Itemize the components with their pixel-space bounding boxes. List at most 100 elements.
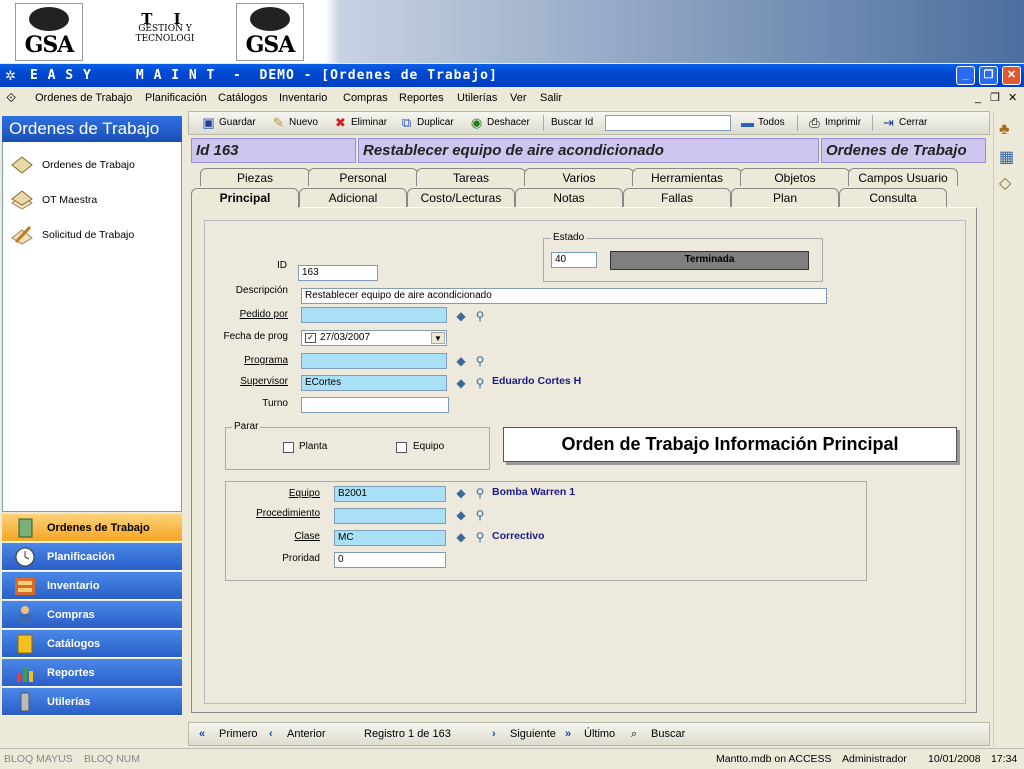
tab-principal[interactable]: Principal [191,188,299,208]
buscar-id-input[interactable] [605,115,731,131]
tab-fallas[interactable]: Fallas [623,188,731,208]
tab-tareas[interactable]: Tareas [416,168,526,186]
tab-adicional[interactable]: Adicional [299,188,407,208]
search-icon[interactable]: ⚲ [473,486,487,500]
eliminar-button[interactable]: ✖ Eliminar [331,112,387,134]
left-item-ordenes[interactable]: Ordenes de Trabajo [8,153,135,177]
eraser-icon[interactable]: ◆ [454,376,468,390]
primero-button[interactable]: Primero [219,723,258,745]
work-order-icon [11,156,33,174]
tab-objetos[interactable]: Objetos [740,168,850,186]
descripcion-input[interactable]: Restablecer equipo de aire acondicionado [301,288,827,304]
mdi-close-icon[interactable]: ✕ [1008,87,1017,109]
nav-catalogos[interactable]: Catálogos [2,630,182,658]
tab-piezas[interactable]: Piezas [200,168,310,186]
menu-utilerias[interactable]: Utilerías [457,87,497,109]
tab-varios[interactable]: Varios [524,168,634,186]
tab-consulta[interactable]: Consulta [839,188,947,208]
eraser-icon[interactable]: ◆ [454,508,468,522]
eraser-icon[interactable]: ◆ [454,530,468,544]
nav-planificacion[interactable]: Planificación [2,543,182,571]
search-icon[interactable]: ⚲ [473,309,487,323]
eraser-icon[interactable]: ◆ [454,486,468,500]
deshacer-button[interactable]: ◉ Deshacer [467,112,530,134]
grid-icon[interactable]: ▦ [999,147,1014,167]
menu-catalogos[interactable]: Catálogos [218,87,268,109]
gsa-logo-left: GSA [15,3,83,61]
chevron-down-icon[interactable]: ▼ [431,332,445,344]
menu-compras[interactable]: Compras [343,87,388,109]
buscar-button[interactable]: Buscar [651,723,685,745]
tab-costo-lecturas[interactable]: Costo/Lecturas [407,188,515,208]
search-icon[interactable]: ⚲ [473,530,487,544]
equipo-checkbox[interactable] [396,442,407,453]
prioridad-input[interactable]: 0 [334,552,446,568]
eraser-icon[interactable]: ◆ [454,309,468,323]
prioridad-label: Proridad [282,553,320,564]
nav-inventario[interactable]: Inventario [2,572,182,600]
status-bar: BLOQ MAYUS BLOQ NUM Mantto.mdb on ACCESS… [0,748,1024,768]
people-icon[interactable]: ♣ [999,121,1010,139]
minimize-button[interactable]: _ [956,66,975,85]
close-button[interactable]: ✕ [1002,66,1021,85]
cerrar-button[interactable]: ⇥ Cerrar [879,112,927,134]
clase-input[interactable]: MC [334,530,446,546]
search-icon[interactable]: ⚲ [473,354,487,368]
tab-personal[interactable]: Personal [308,168,418,186]
ultimo-button[interactable]: Último [584,723,615,745]
id-input[interactable]: 163 [298,265,378,281]
imprimir-button[interactable]: ⎙ Imprimir [805,112,861,134]
restore-button[interactable]: ❐ [979,66,998,85]
tab-herramientas[interactable]: Herramientas [632,168,742,186]
tab-plan[interactable]: Plan [731,188,839,208]
turno-input[interactable] [301,397,449,413]
nav-compras[interactable]: Compras [2,601,182,629]
mdi-restore-icon[interactable]: ❐ [990,87,1000,109]
fecha-input[interactable]: ✓ 27/03/2007 ▼ [301,330,447,346]
exit-icon: ⇥ [883,115,894,130]
mdi-minimize-icon[interactable]: _ [975,87,981,109]
work-order-icon[interactable]: ◇ [999,173,1011,193]
fecha-checkbox[interactable]: ✓ [305,333,316,343]
eraser-icon[interactable]: ◆ [454,354,468,368]
buscar-id-label: Buscar Id [551,117,594,128]
search-icon[interactable]: ⚲ [473,508,487,522]
save-icon: ▣ [202,115,215,130]
menu-ordenes[interactable]: Ordenes de Trabajo [35,87,132,109]
parar-group [225,427,490,470]
menu-salir[interactable]: Salir [540,87,562,109]
siguiente-button[interactable]: Siguiente [510,723,556,745]
pedido-input[interactable] [301,307,447,323]
tab-campos-usuario[interactable]: Campos Usuario [848,168,958,186]
window-title: E A S Y M A I N T - DEMO - [Ordenes de T… [30,68,498,83]
tab-notas[interactable]: Notas [515,188,623,208]
menu-ver[interactable]: Ver [510,87,527,109]
estado-code-input[interactable]: 40 [551,252,597,268]
left-item-ot-maestra[interactable]: OT Maestra [8,188,97,212]
nav-utilerias[interactable]: Utilerías [2,688,182,716]
menu-planificacion[interactable]: Planificación [145,87,207,109]
anterior-button[interactable]: Anterior [287,723,326,745]
search-icon[interactable]: ⚲ [473,376,487,390]
nav-reportes[interactable]: Reportes [2,659,182,687]
new-icon: ✎ [273,115,284,130]
planta-checkbox[interactable] [283,442,294,453]
duplicate-icon: ⧉ [401,115,412,130]
guardar-button[interactable]: ▣ Guardar [199,112,255,134]
procedimiento-input[interactable] [334,508,446,524]
caps-lock-indicator: BLOQ MAYUS [4,753,73,765]
delete-icon: ✖ [335,115,346,130]
duplicar-button[interactable]: ⧉ Duplicar [397,112,454,134]
left-item-solicitud[interactable]: Solicitud de Trabajo [8,223,134,247]
supervisor-input[interactable]: ECortes [301,375,447,391]
menu-reportes[interactable]: Reportes [399,87,444,109]
list-icon: ▬ [741,115,754,130]
programa-label: Programa [244,355,288,366]
equipo-input[interactable]: B2001 [334,486,446,502]
supervisor-label: Supervisor [240,376,288,387]
programa-input[interactable] [301,353,447,369]
nav-ordenes[interactable]: Ordenes de Trabajo [2,514,182,542]
nuevo-button[interactable]: ✎ Nuevo [269,112,318,134]
todos-button[interactable]: ▬ Todos [738,112,785,134]
menu-inventario[interactable]: Inventario [279,87,327,109]
